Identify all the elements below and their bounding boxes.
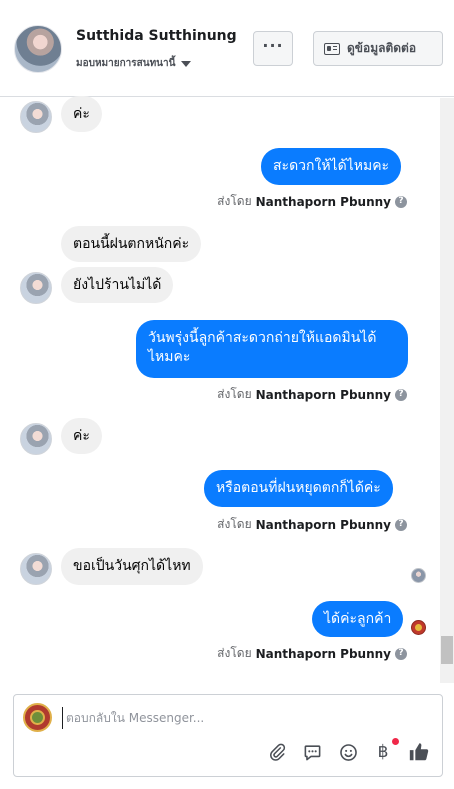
sent-by-prefix: ส่งโดย <box>217 387 252 401</box>
paperclip-icon[interactable] <box>266 741 288 763</box>
saved-reply-icon[interactable] <box>301 741 323 763</box>
contact-avatar-small <box>20 423 52 455</box>
assign-conversation-dropdown[interactable]: มอบหมายการสนทนานี้ <box>76 56 192 71</box>
contact-card-icon <box>324 42 340 55</box>
incoming-message[interactable]: ตอนนี้ฝนตกหนักค่ะ <box>61 226 202 262</box>
contact-name[interactable]: Sutthida Sutthinung <box>76 28 237 44</box>
contact-avatar-small <box>20 553 52 585</box>
assign-conversation-label: มอบหมายการสนทนานี้ <box>76 58 176 69</box>
contact-avatar-small <box>20 101 52 133</box>
reply-composer: ฿ <box>13 694 443 777</box>
view-contact-info-label: ดูข้อมูลติดต่อ <box>347 41 417 55</box>
incoming-message[interactable]: ขอเป็นวันศุกได้ไหท <box>61 548 203 585</box>
help-icon[interactable]: ? <box>395 518 407 531</box>
sent-by-label: ส่งโดย Nanthaporn Pbunny ? <box>217 385 407 404</box>
outgoing-message[interactable]: วันพรุ่งนี้ลูกค้าสะดวกถ่ายให้แอดมินได้ไห… <box>136 320 408 378</box>
reply-input[interactable] <box>62 707 422 729</box>
conversation-scrollbar[interactable] <box>440 98 454 683</box>
sent-by-prefix: ส่งโดย <box>217 194 252 208</box>
outgoing-message[interactable]: ได้ค่ะลูกค้า <box>312 601 404 637</box>
sent-by-label: ส่งโดย Nanthaporn Pbunny ? <box>217 515 407 534</box>
caret-down-icon <box>181 61 192 67</box>
sent-by-prefix: ส่งโดย <box>217 517 252 531</box>
emoji-icon[interactable] <box>337 741 359 763</box>
page-avatar <box>23 703 52 732</box>
contact-avatar-small <box>20 272 52 304</box>
incoming-message[interactable]: ค่ะ <box>61 96 102 132</box>
seen-receipt-avatar <box>411 568 426 583</box>
help-icon[interactable]: ? <box>395 647 407 660</box>
sent-by-label: ส่งโดย Nanthaporn Pbunny ? <box>217 192 407 211</box>
help-icon[interactable]: ? <box>395 195 407 208</box>
outgoing-message[interactable]: สะดวกให้ได้ไหมคะ <box>261 148 402 185</box>
help-icon[interactable]: ? <box>395 388 407 401</box>
sender-name: Nanthaporn Pbunny <box>255 517 391 532</box>
sender-name: Nanthaporn Pbunny <box>255 194 391 209</box>
sent-by-prefix: ส่งโดย <box>217 646 252 660</box>
baht-icon[interactable]: ฿ <box>372 741 394 763</box>
sender-name: Nanthaporn Pbunny <box>255 387 391 402</box>
page-avatar-small <box>411 620 426 635</box>
sent-by-label: ส่งโดย Nanthaporn Pbunny ? <box>217 644 407 663</box>
incoming-message[interactable]: ยังไปร้านไม่ได้ <box>61 267 174 303</box>
sender-name: Nanthaporn Pbunny <box>255 646 391 661</box>
more-icon: ··· <box>262 35 284 55</box>
scrollbar-thumb[interactable] <box>441 636 453 664</box>
outgoing-message[interactable]: หรือตอนที่ฝนหยุดตกก็ได้ค่ะ <box>204 470 393 507</box>
contact-avatar[interactable] <box>14 25 62 73</box>
incoming-message[interactable]: ค่ะ <box>61 418 102 454</box>
view-contact-info-button[interactable]: ดูข้อมูลติดต่อ <box>313 31 443 66</box>
conversation-header: Sutthida Sutthinung มอบหมายการสนทนานี้ ·… <box>0 0 454 97</box>
thumbs-up-icon[interactable] <box>408 741 430 763</box>
notification-dot <box>392 738 399 745</box>
more-options-button[interactable]: ··· <box>253 31 293 66</box>
